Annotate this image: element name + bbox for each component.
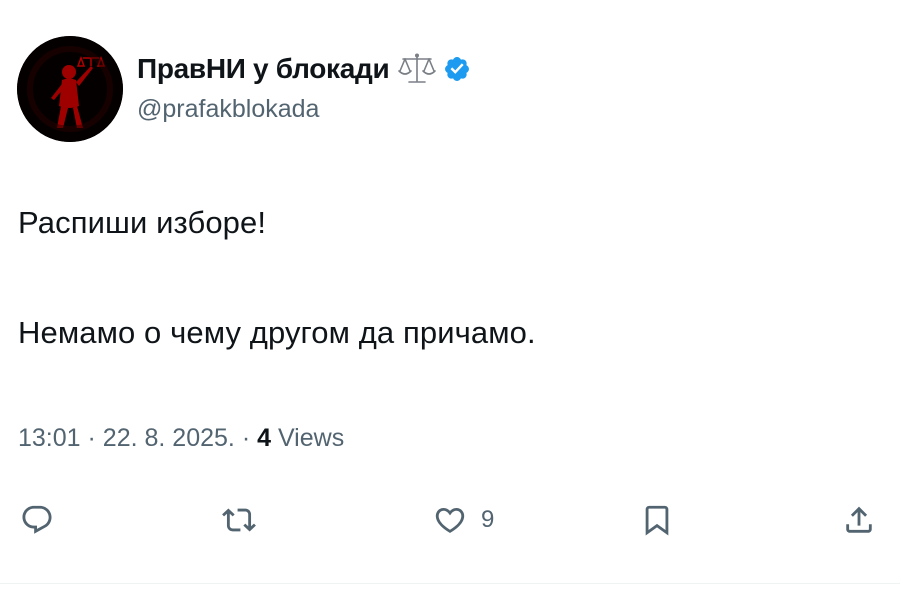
like-button[interactable]: 9 (433, 500, 494, 540)
verified-badge-icon[interactable] (443, 55, 471, 83)
tweet-card: ПравНИ у блокади @prafakblokada Распиши … (0, 0, 900, 606)
views-label[interactable]: Views (278, 424, 344, 452)
share-icon (846, 506, 872, 533)
retweet-button[interactable] (222, 500, 256, 540)
avatar-image (17, 36, 123, 142)
avatar[interactable] (17, 36, 123, 142)
heart-icon (435, 507, 465, 533)
tweet-text-line-1: Распиши изборе! (18, 205, 267, 240)
share-button[interactable] (842, 500, 876, 540)
bookmark-button[interactable] (640, 500, 674, 540)
divider (0, 583, 900, 584)
bookmark-icon (645, 505, 669, 536)
tweet-date[interactable]: 22. 8. 2025. (103, 424, 235, 452)
tweet-meta: 13:01 · 22. 8. 2025. · 4 Views (18, 424, 344, 453)
views-count[interactable]: 4 (257, 424, 271, 452)
meta-separator: · (241, 424, 258, 452)
reply-icon (22, 505, 52, 534)
tweet-text-line-2: Немамо о чему другом да причамо. (18, 315, 536, 350)
tweet-time[interactable]: 13:01 (18, 424, 81, 452)
author-handle[interactable]: @prafakblokada (137, 95, 319, 124)
retweet-icon (222, 508, 256, 532)
like-count: 9 (481, 506, 495, 533)
meta-separator: · (87, 424, 103, 452)
balance-scale-icon (397, 52, 437, 86)
reply-button[interactable] (20, 500, 54, 540)
author-name-row[interactable]: ПравНИ у блокади (137, 52, 471, 86)
display-name[interactable]: ПравНИ у блокади (137, 53, 390, 85)
